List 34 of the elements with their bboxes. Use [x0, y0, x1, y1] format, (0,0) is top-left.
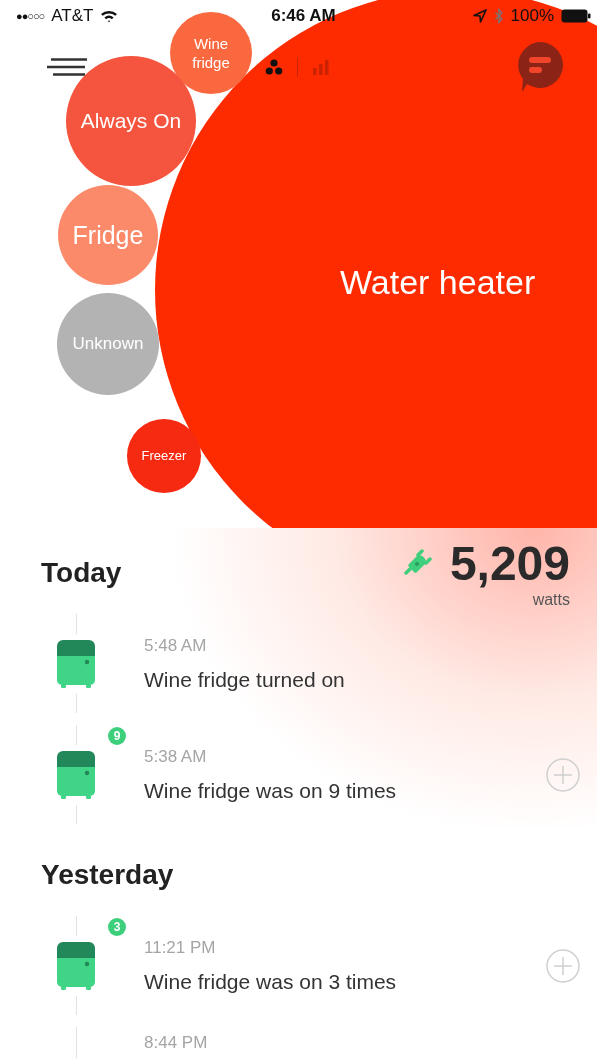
battery-percent: 100% [510, 6, 554, 26]
count-badge: 9 [108, 726, 126, 745]
count-badge: 3 [108, 917, 126, 936]
event-time: 5:48 AM [144, 635, 208, 656]
section-heading: Today [41, 557, 122, 589]
carrier-name: AT&T [51, 6, 94, 26]
expand-button[interactable] [546, 757, 580, 792]
event-description: Wine fridge turned on [144, 667, 346, 692]
signal-strength: ●●○○○ [16, 10, 45, 22]
section-heading: Yesterday [41, 859, 174, 891]
bubble-view-tab[interactable] [265, 58, 283, 76]
bubble[interactable]: Wine fridge [170, 12, 252, 94]
bubble-label: Fridge [72, 219, 144, 251]
bubble-label: Water heater [340, 262, 536, 303]
bluetooth-icon [493, 8, 504, 24]
power-unit: watts [532, 591, 570, 609]
bubble-label: Unknown [72, 332, 144, 355]
power-reading: 5,209 [449, 537, 570, 591]
event-time: 8:44 PM [144, 1033, 209, 1053]
event-description: Wine fridge was on 3 times [144, 969, 398, 994]
expand-button[interactable] [546, 948, 580, 983]
bubble[interactable]: Freezer [127, 419, 201, 493]
bar-chart-tab[interactable] [312, 58, 330, 76]
event-time: 5:38 AM [144, 746, 208, 767]
menu-icon[interactable] [47, 58, 87, 76]
wifi-icon [100, 9, 119, 23]
clock-time: 6:46 AM [271, 6, 336, 26]
event-time: 11:21 PM [144, 937, 217, 958]
battery-icon [561, 9, 591, 23]
bubble[interactable]: Fridge [58, 185, 158, 285]
location-arrow-icon [472, 9, 487, 23]
bubble[interactable]: Unknown [57, 293, 159, 395]
chat-icon[interactable] [516, 41, 564, 93]
event-description: Wine fridge was on 9 times [144, 778, 398, 803]
